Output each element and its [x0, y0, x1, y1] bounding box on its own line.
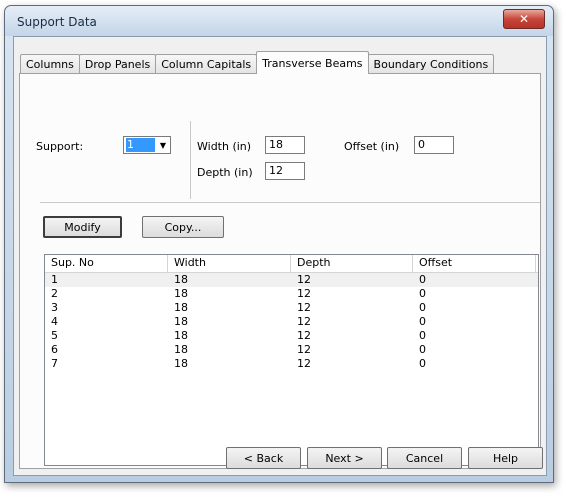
cell-offset: 0	[419, 287, 426, 300]
cell-width: 18	[174, 315, 188, 328]
table-row[interactable]: 7 18 12 0	[45, 357, 538, 371]
cell-depth: 12	[297, 343, 311, 356]
supports-table[interactable]: Sup. No Width Depth Offset 1 18 12 0 2 1…	[44, 254, 539, 466]
table-row[interactable]: 4 18 12 0	[45, 315, 538, 329]
dropdown-arrow-icon[interactable]: ▼	[156, 137, 170, 153]
title-bar[interactable]: Support Data ✕	[5, 6, 553, 36]
support-selected-value: 1	[126, 138, 155, 152]
column-header-offset[interactable]: Offset	[413, 255, 536, 272]
table-row[interactable]: 1 18 12 0	[45, 273, 538, 287]
table-row[interactable]: 6 18 12 0	[45, 343, 538, 357]
cell-depth: 12	[297, 315, 311, 328]
cell-depth: 12	[297, 301, 311, 314]
cell-width: 18	[174, 329, 188, 342]
cell-depth: 12	[297, 287, 311, 300]
column-header-width[interactable]: Width	[168, 255, 291, 272]
cell-offset: 0	[419, 301, 426, 314]
cell-offset: 0	[419, 357, 426, 370]
tab-boundary-conditions[interactable]: Boundary Conditions	[367, 54, 495, 74]
close-button[interactable]: ✕	[503, 9, 545, 29]
transverse-beams-panel: Support: 1 ▼ Width (in) 18 Depth (in) 12…	[19, 73, 541, 469]
cell-sup-no: 1	[51, 273, 58, 286]
cell-width: 18	[174, 357, 188, 370]
support-data-window: Support Data ✕ Columns Drop Panels Colum…	[4, 5, 554, 483]
depth-input[interactable]: 12	[265, 162, 305, 180]
table-row[interactable]: 5 18 12 0	[45, 329, 538, 343]
table-row[interactable]: 3 18 12 0	[45, 301, 538, 315]
back-button[interactable]: < Back	[226, 447, 301, 469]
tab-strip: Columns Drop Panels Column Capitals Tran…	[20, 51, 495, 74]
cell-depth: 12	[297, 329, 311, 342]
cell-offset: 0	[419, 273, 426, 286]
cell-offset: 0	[419, 343, 426, 356]
cell-sup-no: 7	[51, 357, 58, 370]
support-label: Support:	[36, 140, 84, 153]
dialog-body: Columns Drop Panels Column Capitals Tran…	[13, 36, 547, 476]
tab-transverse-beams[interactable]: Transverse Beams	[256, 51, 369, 74]
cell-sup-no: 5	[51, 329, 58, 342]
width-input[interactable]: 18	[265, 136, 305, 154]
column-header-sup-no[interactable]: Sup. No	[45, 255, 168, 272]
cell-depth: 12	[297, 273, 311, 286]
cell-width: 18	[174, 343, 188, 356]
cell-depth: 12	[297, 357, 311, 370]
tab-column-capitals[interactable]: Column Capitals	[155, 54, 258, 74]
tab-drop-panels[interactable]: Drop Panels	[78, 54, 157, 74]
table-row[interactable]: 2 18 12 0	[45, 287, 538, 301]
modify-button[interactable]: Modify	[43, 216, 122, 238]
offset-label: Offset (in)	[344, 140, 400, 153]
tab-columns[interactable]: Columns	[20, 54, 80, 74]
cell-sup-no: 3	[51, 301, 58, 314]
support-select[interactable]: 1 ▼	[123, 136, 171, 154]
width-label: Width (in)	[197, 140, 252, 153]
cell-width: 18	[174, 301, 188, 314]
cell-sup-no: 4	[51, 315, 58, 328]
offset-input[interactable]: 0	[414, 136, 454, 154]
cell-sup-no: 2	[51, 287, 58, 300]
cancel-button[interactable]: Cancel	[387, 447, 462, 469]
vertical-divider	[190, 121, 191, 199]
cell-offset: 0	[419, 329, 426, 342]
copy-button[interactable]: Copy...	[142, 216, 224, 238]
next-button[interactable]: Next >	[307, 447, 382, 469]
cell-sup-no: 6	[51, 343, 58, 356]
cell-offset: 0	[419, 315, 426, 328]
cell-width: 18	[174, 273, 188, 286]
close-icon: ✕	[518, 12, 530, 26]
window-title: Support Data	[17, 15, 97, 29]
cell-width: 18	[174, 287, 188, 300]
column-header-depth[interactable]: Depth	[291, 255, 413, 272]
table-header: Sup. No Width Depth Offset	[45, 255, 538, 273]
depth-label: Depth (in)	[197, 166, 253, 179]
horizontal-divider	[40, 202, 540, 203]
help-button[interactable]: Help	[468, 447, 543, 469]
